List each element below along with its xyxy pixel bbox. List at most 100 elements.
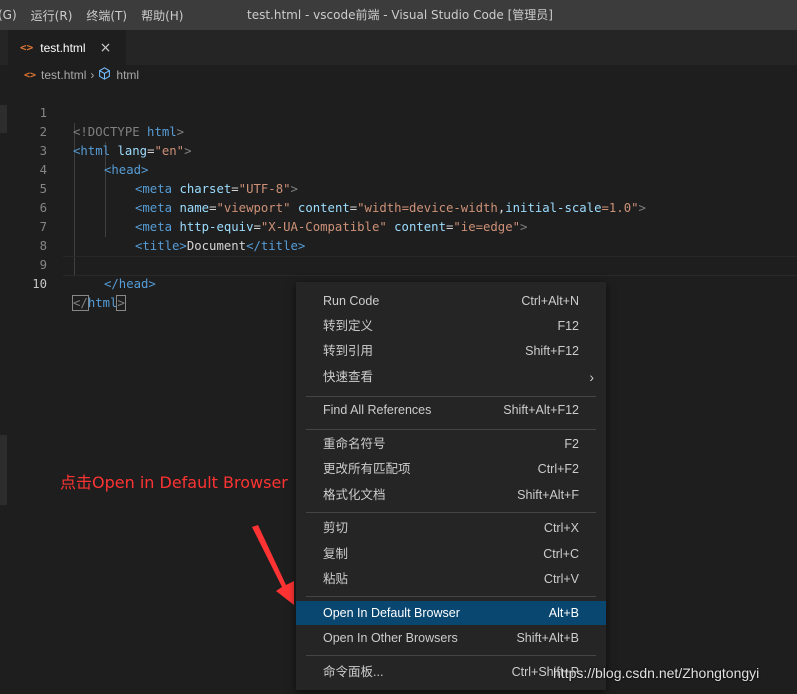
breadcrumb-file[interactable]: test.html [41,68,86,82]
symbol-cube-icon [98,67,111,83]
attr-value: "viewport" [216,201,291,215]
annotation-text: 点击Open in Default Browser [60,473,288,492]
attr-value: =1.0" [601,201,639,215]
code-line: 3 <head> [0,123,149,177]
code-line: 9 </head> [0,237,156,291]
equals: = [231,182,239,196]
menu-change-all-occurrences[interactable]: 更改所有匹配项 Ctrl+F2 [296,457,606,481]
menu-open-in-other-browsers[interactable]: Open In Other Browsers Shift+Alt+B [296,626,606,650]
menu-terminal[interactable]: 终端(T) [80,7,135,24]
menu-item-label: 更改所有匹配项 [323,462,411,476]
menu-item-label: Find All References [323,403,432,417]
menu-go-to-references[interactable]: 转到引用 Shift+F12 [296,339,606,363]
shortcut-label: Shift+Alt+F [517,488,579,502]
menu-item-label: Run Code [323,294,380,308]
menu-separator [306,596,596,597]
menu-item-label: 复制 [323,547,349,561]
head-open-tag: <head> [104,163,149,177]
menu-peek[interactable]: 快速查看 › [296,365,606,389]
line-number: 10 [32,277,47,291]
menu-separator [306,429,596,430]
menu-item-label: Open In Other Browsers [323,631,458,645]
attr-name: http-equiv [179,220,254,234]
bracket-open: </ [72,295,89,311]
title-close-tag: </title> [246,239,306,253]
code-line: 2 <html lang="en"> [0,104,192,158]
menu-cut[interactable]: 剪切 Ctrl+X [296,516,606,540]
breadcrumb: <> test.html › html [0,65,797,85]
tag-close: > [290,182,298,196]
attr-value: "X-UA-Compatible" [260,220,387,234]
close-icon[interactable]: × [100,40,112,56]
menu-rename-symbol[interactable]: 重命名符号 F2 [296,432,606,456]
shortcut-label: Ctrl+V [543,572,579,586]
context-menu: Run Code Ctrl+Alt+N 转到定义 F12 转到引用 Shift+… [296,282,606,690]
menu-item-label: 转到定义 [323,319,374,333]
arrow-icon [252,525,294,605]
title-bar: (G) 运行(R) 终端(T) 帮助(H) test.html - vscode… [0,0,797,30]
menu-separator [306,512,596,513]
window-title: test.html - vscode前端 - Visual Studio Cod… [247,8,553,22]
doctype-open: <!DOCTYPE [73,125,140,139]
attr-value: "UTF-8" [238,182,291,196]
head-close-tag: </head> [104,277,156,291]
tab-test-html[interactable]: <> test.html × [8,30,126,65]
menu-separator [306,655,596,656]
chevron-right-icon: › [589,369,594,385]
tag-close: > [520,220,528,234]
tag-open: <meta [135,220,173,234]
menu-item-label: 快速查看 [323,370,374,384]
watermark: https://blog.csdn.net/Zhongtongyi [553,665,760,681]
breadcrumb-symbol[interactable]: html [116,68,139,82]
menu-run[interactable]: 运行(R) [25,7,81,24]
shortcut-label: Shift+F12 [525,344,579,358]
tag-close: > [638,201,646,215]
menu-format-document[interactable]: 格式化文档 Shift+Alt+F [296,483,606,507]
code-line: 1 <!DOCTYPE html> [0,85,184,139]
attr-name: content [297,201,350,215]
menu-item-label: 剪切 [323,521,349,535]
menu-item-label: 转到引用 [323,344,374,358]
menu-help[interactable]: 帮助(H) [135,7,191,24]
menu-go[interactable]: (G) [0,8,25,22]
chevron-right-icon: › [90,68,95,82]
shortcut-label: Shift+Alt+F12 [503,403,579,417]
attr-name: charset [179,182,232,196]
menu-item-label: 格式化文档 [323,488,386,502]
edge-artifact [0,435,7,505]
attr-name: initial-scale [505,201,602,215]
menu-open-in-default-browser[interactable]: Open In Default Browser Alt+B [296,601,606,625]
attr-value: "width=device-width [357,201,498,215]
tag-open: <meta [135,201,173,215]
title-open-tag: <title> [135,239,187,253]
code-line: 10 </html> [0,256,126,311]
attr-value: "en" [154,144,185,158]
menu-copy[interactable]: 复制 Ctrl+C [296,542,606,566]
menu-item-label: 命令面板... [323,665,384,679]
menu-paste[interactable]: 粘贴 Ctrl+V [296,567,606,591]
title-text: Document [186,239,247,253]
doctype-name: html [147,125,177,139]
tab-label: test.html [40,40,86,55]
shortcut-label: Ctrl+F2 [537,462,579,476]
menu-item-label: 重命名符号 [323,437,386,451]
tag-close: > [184,144,192,158]
menu-item-label: 粘贴 [323,572,349,586]
html-file-icon: <> [24,69,37,81]
tag-name: html [87,296,118,310]
menu-run-code[interactable]: Run Code Ctrl+Alt+N [296,289,606,313]
attr-value: "ie=edge" [453,220,521,234]
code-line: 7 <title>Document</title> [0,199,306,253]
shortcut-label: Alt+B [548,606,579,620]
code-line: 8 [0,218,47,253]
code-line: 5 <meta name="viewport" content="width=d… [0,161,646,215]
attr-name: lang [117,144,148,158]
shortcut-label: Ctrl+X [543,521,579,535]
shortcut-label: F2 [564,437,579,451]
menu-go-to-definition[interactable]: 转到定义 F12 [296,314,606,338]
shortcut-label: F12 [557,319,579,333]
code-line: 4 <meta charset="UTF-8"> [0,142,298,196]
bracket-close: > [116,295,126,311]
menu-find-all-references[interactable]: Find All References Shift+Alt+F12 [296,398,606,422]
shortcut-label: Ctrl+C [543,547,579,561]
